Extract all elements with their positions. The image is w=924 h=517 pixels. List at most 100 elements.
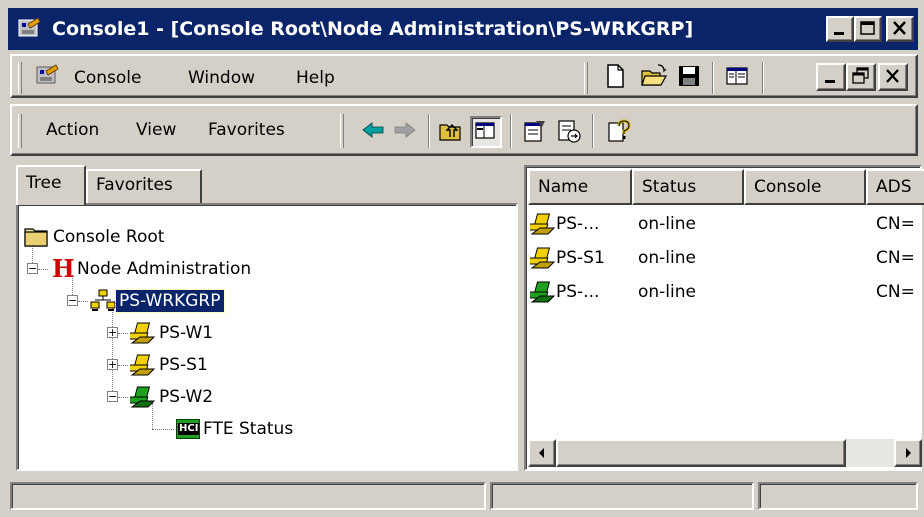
tree-node-ps-w2[interactable]: PS-W2 bbox=[130, 383, 216, 411]
scroll-thumb[interactable] bbox=[556, 439, 846, 467]
tab-tree[interactable]: Tree bbox=[16, 165, 86, 205]
tree-connector bbox=[118, 365, 128, 366]
expand-toggle[interactable]: + bbox=[107, 327, 118, 338]
status-bar bbox=[10, 478, 918, 512]
collapse-toggle[interactable]: − bbox=[107, 391, 118, 402]
tree-connector bbox=[78, 301, 88, 302]
back-arrow-icon[interactable] bbox=[360, 118, 386, 144]
column-header-status[interactable]: Status bbox=[632, 169, 744, 205]
collapse-toggle[interactable]: − bbox=[27, 263, 38, 274]
row-ads: CN= bbox=[876, 248, 915, 268]
yellow-node-icon bbox=[130, 354, 156, 376]
toolbar-separator bbox=[762, 62, 764, 94]
menu-favorites[interactable]: Favorites bbox=[208, 120, 285, 140]
status-panel bbox=[758, 482, 918, 510]
list-row[interactable]: PS-... on-line CN= bbox=[530, 277, 915, 307]
minimize-icon bbox=[825, 80, 835, 83]
honeywell-h-icon: H bbox=[52, 254, 75, 283]
list-row[interactable]: PS-S1 on-line CN= bbox=[530, 243, 915, 273]
tree-node-ps-w1[interactable]: PS-W1 bbox=[130, 319, 216, 347]
row-name: PS-... bbox=[556, 282, 600, 302]
minimize-icon bbox=[834, 32, 844, 35]
export-list-icon[interactable] bbox=[556, 118, 582, 144]
window-title: Console1 - [Console Root\Node Administra… bbox=[52, 18, 694, 40]
properties-icon[interactable] bbox=[522, 118, 548, 144]
collapse-toggle[interactable]: − bbox=[67, 295, 78, 306]
tree-connector bbox=[38, 269, 48, 270]
mmc-app-icon[interactable] bbox=[16, 16, 42, 42]
title-bar[interactable]: Console1 - [Console Root\Node Administra… bbox=[8, 8, 918, 50]
console-tree[interactable]: Console Root − H Node Administration − P… bbox=[16, 203, 518, 471]
yellow-node-icon bbox=[130, 322, 156, 344]
show-hide-tree-icon[interactable] bbox=[724, 64, 750, 90]
child-restore-button[interactable] bbox=[846, 63, 876, 91]
nav-grip[interactable] bbox=[340, 114, 344, 148]
horizontal-scrollbar[interactable] bbox=[528, 439, 922, 467]
arrow-left-icon bbox=[539, 448, 544, 458]
restore-icon bbox=[852, 67, 869, 84]
tree-node-label: PS-S1 bbox=[159, 355, 208, 375]
row-status: on-line bbox=[638, 282, 696, 302]
row-status: on-line bbox=[638, 248, 696, 268]
result-list-pane[interactable]: Name Status Console ADS PS-... on-line C… bbox=[524, 165, 924, 471]
console-menu-icon[interactable] bbox=[34, 62, 60, 88]
tree-node-label: PS-W1 bbox=[159, 323, 214, 343]
hci-component-icon: HCI bbox=[176, 419, 200, 439]
column-header-ads[interactable]: ADS bbox=[866, 169, 924, 205]
tree-connector bbox=[112, 307, 113, 397]
menu-bar: Console Window Help bbox=[10, 54, 918, 98]
maximize-button[interactable] bbox=[854, 16, 882, 42]
list-row[interactable]: PS-... on-line CN= bbox=[530, 209, 915, 239]
menu-help[interactable]: Help bbox=[296, 68, 335, 88]
save-disk-icon[interactable] bbox=[676, 63, 702, 89]
scroll-left-button[interactable] bbox=[528, 439, 556, 467]
tree-node-label: PS-W2 bbox=[159, 387, 214, 407]
tree-node-ps-s1[interactable]: PS-S1 bbox=[130, 351, 211, 379]
toolbar-separator bbox=[428, 114, 430, 148]
caption-buttons bbox=[826, 16, 914, 42]
action-grip[interactable] bbox=[18, 114, 22, 148]
tree-node-label: FTE Status bbox=[203, 419, 294, 439]
arrow-right-icon bbox=[906, 448, 911, 458]
tree-node-label: Node Administration bbox=[77, 259, 252, 279]
tab-favorites[interactable]: Favorites bbox=[86, 169, 202, 203]
menu-grip[interactable] bbox=[18, 62, 22, 94]
toolbar-separator bbox=[592, 114, 594, 148]
tree-connector bbox=[118, 397, 128, 398]
new-document-icon[interactable] bbox=[602, 63, 628, 89]
column-header-name[interactable]: Name bbox=[528, 169, 632, 205]
toolbar-grip[interactable] bbox=[584, 62, 588, 94]
tree-node-fte-status[interactable]: HCI FTE Status bbox=[176, 415, 296, 443]
yellow-node-icon bbox=[530, 247, 556, 269]
minimize-button[interactable] bbox=[826, 16, 854, 42]
status-panel bbox=[490, 482, 754, 510]
green-node-icon bbox=[530, 281, 556, 303]
menu-view[interactable]: View bbox=[136, 120, 176, 140]
row-status: on-line bbox=[638, 214, 696, 234]
expand-toggle[interactable]: + bbox=[107, 359, 118, 370]
column-header-console[interactable]: Console bbox=[744, 169, 866, 205]
show-hide-console-tree-icon[interactable] bbox=[470, 116, 502, 148]
close-button[interactable] bbox=[886, 16, 914, 42]
child-minimize-button[interactable] bbox=[816, 63, 846, 91]
open-folder-icon[interactable] bbox=[640, 63, 668, 89]
close-icon bbox=[893, 21, 906, 35]
child-close-button[interactable] bbox=[878, 63, 908, 91]
tree-node-node-administration[interactable]: H Node Administration bbox=[52, 255, 254, 283]
scroll-right-button[interactable] bbox=[894, 439, 922, 467]
help-icon[interactable] bbox=[606, 118, 632, 144]
folder-icon bbox=[24, 228, 48, 247]
tree-node-ps-wrkgrp[interactable]: PS-WRKGRP bbox=[90, 287, 225, 315]
close-icon bbox=[886, 69, 899, 83]
tree-node-console-root[interactable]: Console Root bbox=[24, 223, 167, 251]
green-node-icon bbox=[130, 386, 156, 408]
forward-arrow-icon[interactable] bbox=[392, 118, 418, 144]
row-ads: CN= bbox=[876, 282, 915, 302]
row-name: PS-... bbox=[556, 214, 600, 234]
row-name: PS-S1 bbox=[556, 248, 605, 268]
menu-window[interactable]: Window bbox=[188, 68, 255, 88]
menu-action[interactable]: Action bbox=[46, 120, 99, 140]
up-one-level-icon[interactable] bbox=[438, 118, 464, 144]
menu-console[interactable]: Console bbox=[74, 68, 142, 88]
yellow-node-icon bbox=[530, 213, 556, 235]
